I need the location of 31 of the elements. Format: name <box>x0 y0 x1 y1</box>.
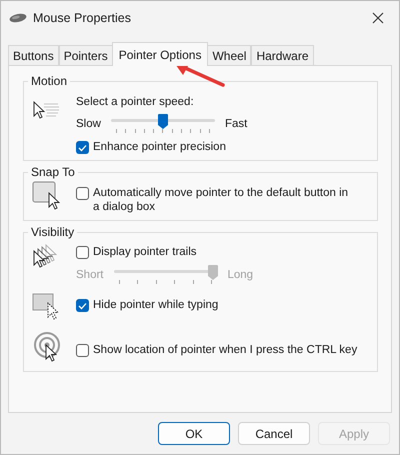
tab[interactable]: Buttons <box>8 45 59 65</box>
slider-min-label: Slow <box>76 118 101 130</box>
mouse-icon <box>9 13 27 23</box>
speed-label: Select a pointer speed: <box>76 96 195 108</box>
checkbox-label: Show location of pointer when I press the CTRL key <box>93 343 358 357</box>
dialog-button[interactable]: OK <box>158 422 230 445</box>
tab[interactable]: Wheel <box>207 45 252 65</box>
checkbox-label: Automatically move pointer to the default button in a dialog box <box>93 186 350 214</box>
close-icon <box>372 12 384 24</box>
pointer-trails-checkbox[interactable] <box>76 246 89 259</box>
group-title: Snap To <box>30 165 76 179</box>
show-location-checkbox[interactable] <box>76 344 89 357</box>
snap-to-checkbox[interactable] <box>76 187 89 200</box>
group-title: Visibility <box>30 225 76 239</box>
window-title: Mouse Properties <box>33 11 132 25</box>
checkbox-label: Hide pointer while typing <box>93 298 218 312</box>
group-title: Motion <box>30 74 68 88</box>
tab[interactable]: Hardware <box>251 45 314 65</box>
slider-thumb[interactable] <box>158 114 168 129</box>
checkbox-label: Enhance pointer precision <box>93 140 226 154</box>
slider-track[interactable] <box>110 114 215 134</box>
checkbox-label: Display pointer trails <box>93 245 197 259</box>
slider-track[interactable] <box>114 265 218 285</box>
tab[interactable]: Pointers <box>58 45 113 65</box>
enhance-precision-checkbox[interactable] <box>76 141 89 154</box>
tab[interactable]: Pointer Options <box>112 42 208 66</box>
dialog-button[interactable]: Cancel <box>238 422 310 445</box>
slider-max-label: Long <box>228 269 254 281</box>
slider-min-label: Short <box>76 269 104 281</box>
slider-max-label: Fast <box>224 118 248 130</box>
hide-pointer-checkbox[interactable] <box>76 299 89 312</box>
